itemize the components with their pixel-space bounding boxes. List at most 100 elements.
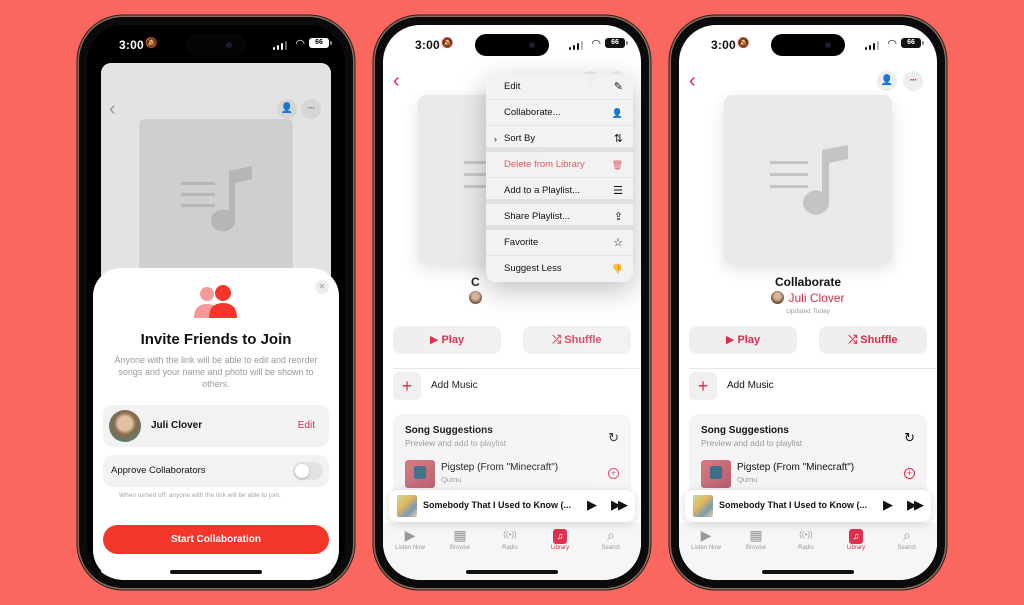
signal-icon (864, 41, 879, 50)
listen-now-icon: ▶ (404, 527, 416, 543)
song-artwork (701, 460, 731, 488)
add-music-icon[interactable]: + (689, 372, 717, 400)
close-icon[interactable]: ✕ (315, 280, 329, 294)
mini-player[interactable]: Somebody That I Used to Know (... ▶ ▶▶ (389, 490, 635, 522)
edit-button[interactable]: Edit (298, 420, 315, 431)
more-icon[interactable]: ··· (301, 99, 321, 119)
status-time: 3:00 (119, 38, 144, 52)
browse-icon: ▦ (749, 527, 763, 543)
add-music-icon[interactable]: + (393, 372, 421, 400)
tab-radio[interactable]: ((•)) Radio (485, 526, 535, 551)
collaborate-icon[interactable]: 👤 (277, 99, 297, 119)
home-indicator (170, 570, 262, 574)
more-icon[interactable]: ··· (903, 71, 923, 91)
menu-item-add-to-playlist[interactable]: Add to a Playlist... ☰ (486, 178, 633, 204)
updated-label: Updated Today (786, 308, 830, 315)
phone-playlist: 3:00 🔕 ◠ 66 ‹ 👤 ··· Collaborate Juli Clo… (671, 17, 945, 588)
play-button[interactable]: ▶ Play (393, 326, 501, 354)
back-icon[interactable]: ‹ (393, 71, 400, 91)
bell-slash-icon: 🔕 (441, 38, 454, 49)
menu-item-edit[interactable]: Edit ✎ (486, 74, 633, 100)
start-collaboration-button[interactable]: Start Collaboration (103, 525, 329, 554)
bell-slash-icon: 🔕 (145, 38, 158, 49)
search-icon: ⌕ (903, 527, 911, 543)
add-song-icon[interactable]: + (608, 468, 619, 479)
signal-icon (568, 41, 583, 50)
collaborate-icon[interactable]: 👤 (877, 71, 897, 91)
refresh-icon[interactable]: ↻ (608, 430, 619, 446)
suggestions-title: Song Suggestions (405, 425, 493, 436)
add-to-playlist-icon: ☰ (613, 185, 623, 197)
library-icon: ♫ (553, 529, 567, 544)
tab-browse[interactable]: ▦ Browse (731, 526, 781, 551)
radio-icon: ((•)) (799, 530, 813, 539)
sheet-description: Anyone with the link will be able to edi… (114, 355, 318, 389)
tab-search[interactable]: ⌕ Search (882, 526, 932, 551)
user-name: Juli Clover (151, 420, 203, 431)
play-icon[interactable]: ▶ (587, 497, 597, 513)
wifi-icon: ◠ (887, 38, 897, 50)
forward-icon[interactable]: ▶▶ (907, 497, 924, 513)
song-artist: Qumu (737, 475, 758, 484)
avatar (469, 291, 482, 304)
screen: 3:00 🔕 ◠ 66 ‹ 👤 ··· Collaborate Juli Clo… (679, 25, 937, 580)
user-card: Juli Clover Edit (103, 405, 329, 447)
avatar (771, 291, 785, 304)
share-icon: ⇪ (613, 211, 623, 223)
tab-library[interactable]: ♫ Library (831, 526, 881, 551)
sort-icon: ⇅ (613, 133, 623, 145)
playlist-owner[interactable]: Juli Clover (679, 291, 937, 305)
menu-item-collaborate[interactable]: Collaborate... 👤 (486, 100, 633, 126)
suggestions-subtitle: Preview and add to playlist (405, 438, 507, 448)
status-time: 3:00 (711, 38, 736, 52)
play-button[interactable]: ▶ Play (689, 326, 797, 354)
song-title[interactable]: Pigstep (From "Minecraft") (441, 462, 558, 473)
tab-listen-now[interactable]: ▶ Listen Now (385, 526, 435, 551)
menu-item-sort-by[interactable]: › Sort By ⇅ (486, 126, 633, 152)
back-icon[interactable]: ‹ (689, 71, 696, 91)
screen: 3:00 🔕 ◠ 66 ‹ 👤 ··· ✕ Invite Friends to … (87, 25, 345, 580)
tab-radio[interactable]: ((•)) Radio (781, 526, 831, 551)
back-icon[interactable]: ‹ (109, 99, 116, 119)
browse-icon: ▦ (453, 527, 467, 543)
playlist-title: Collaborate (774, 275, 841, 289)
now-playing-title: Somebody That I Used to Know (... (423, 500, 572, 510)
home-indicator (466, 570, 558, 574)
approve-note: When turned off, anyone with the link wi… (119, 492, 281, 499)
tab-search[interactable]: ⌕ Search (586, 526, 636, 551)
playlist-artwork (724, 95, 892, 263)
tab-listen-now[interactable]: ▶ Listen Now (681, 526, 731, 551)
dynamic-island (771, 34, 845, 56)
playlist-owner (469, 291, 641, 305)
tab-library[interactable]: ♫ Library (535, 526, 585, 551)
approve-toggle[interactable] (293, 462, 323, 480)
sheet-title: Invite Friends to Join (140, 331, 292, 348)
divider (393, 368, 641, 369)
refresh-icon[interactable]: ↻ (904, 430, 915, 446)
status-time: 3:00 (415, 38, 440, 52)
tab-browse[interactable]: ▦ Browse (435, 526, 485, 551)
play-icon[interactable]: ▶ (883, 497, 893, 513)
shuffle-button[interactable]: ⤮ Shuffle (523, 326, 631, 354)
shuffle-button[interactable]: ⤮ Shuffle (819, 326, 927, 354)
menu-item-delete-from-library[interactable]: Delete from Library 🗑 (486, 152, 633, 178)
person-gear-icon: 👤 (611, 108, 623, 118)
invite-sheet: ✕ Invite Friends to Join Anyone with the… (93, 268, 339, 580)
mini-player[interactable]: Somebody That I Used to Know (... ▶ ▶▶ (685, 490, 931, 522)
trash-icon: 🗑 (611, 160, 623, 170)
forward-icon[interactable]: ▶▶ (611, 497, 628, 513)
people-icon (194, 285, 237, 318)
song-artist: Qumu (441, 475, 462, 484)
add-music-button[interactable]: Add Music (727, 380, 774, 391)
pencil-icon: ✎ (613, 81, 623, 93)
dynamic-island (475, 34, 549, 56)
status-bar: 3:00 🔕 ◠ 66 (679, 25, 937, 65)
add-music-button[interactable]: Add Music (431, 380, 478, 391)
menu-item-favorite[interactable]: Favorite ☆ (486, 230, 633, 256)
song-title[interactable]: Pigstep (From "Minecraft") (737, 462, 854, 473)
menu-item-suggest-less[interactable]: Suggest Less 👎 (486, 256, 633, 282)
chevron-right-icon: › (494, 134, 497, 144)
add-song-icon[interactable]: + (904, 468, 915, 479)
menu-item-share-playlist[interactable]: Share Playlist... ⇪ (486, 204, 633, 230)
now-playing-artwork (397, 495, 417, 517)
